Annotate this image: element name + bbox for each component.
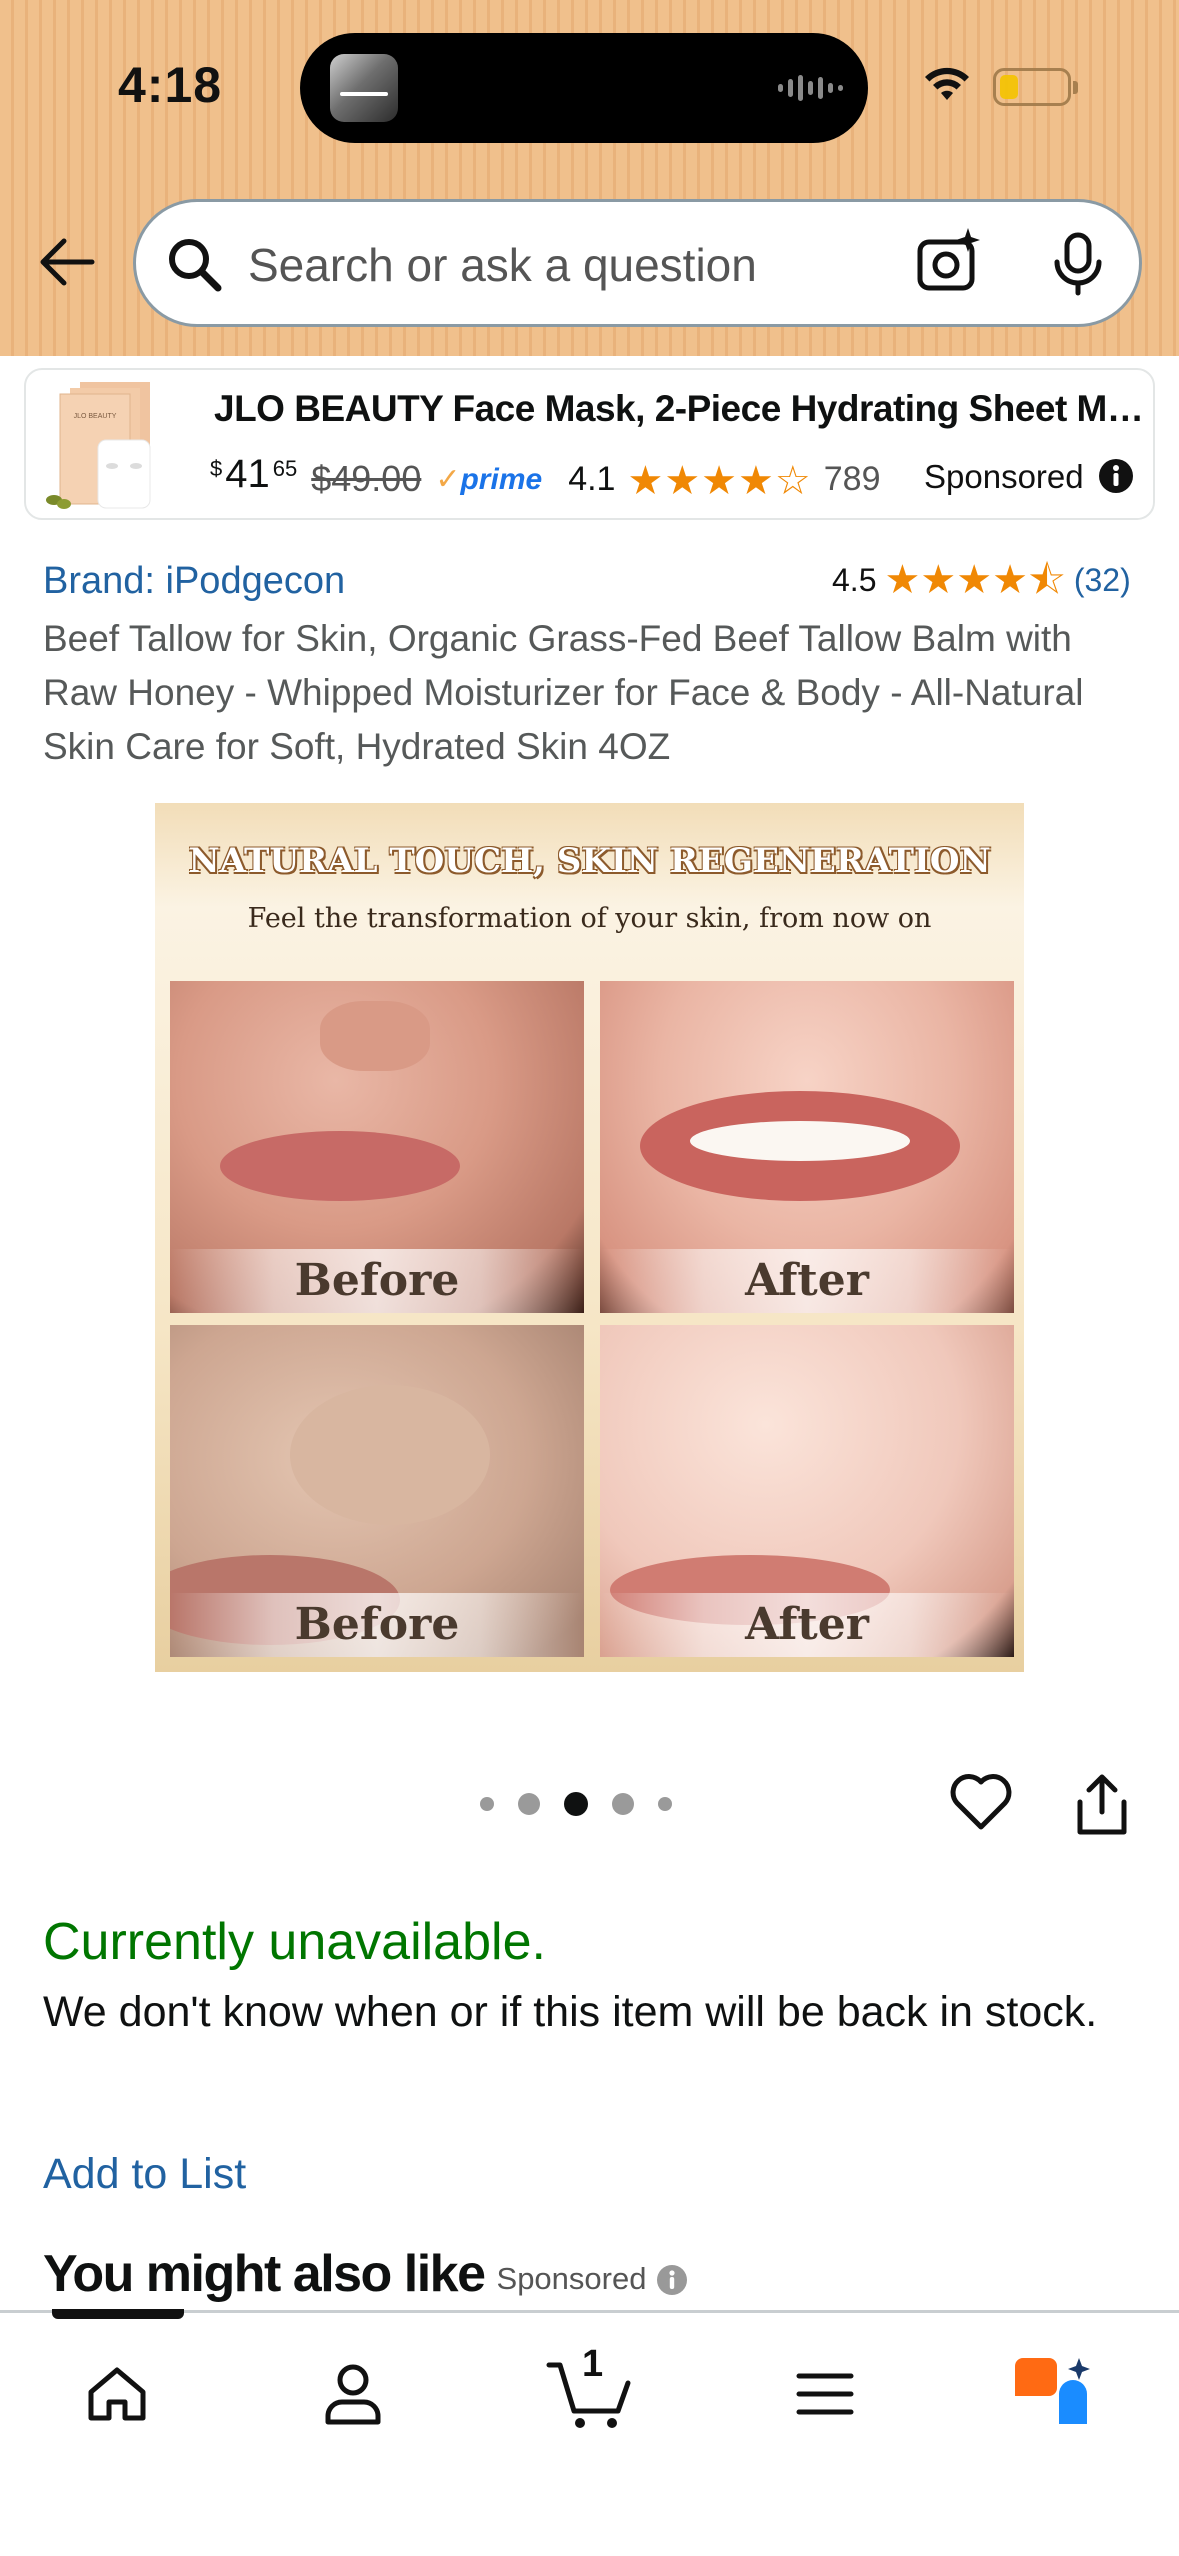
image-headline: NATURAL TOUCH, SKIN REGENERATION [188,841,991,881]
wifi-icon [925,67,969,100]
share-icon[interactable] [1072,1772,1132,1838]
ad-star-rating: ★★★★☆ [627,459,812,503]
active-tab-indicator [52,2309,184,2319]
heart-icon[interactable] [948,1770,1014,1836]
after-caption-1: After [600,1249,1014,1313]
app-header: 4:18 Search or ask a question [0,0,1179,356]
review-count-link[interactable]: (32) [1074,562,1131,599]
battery-icon [993,68,1078,106]
nav-account[interactable] [308,2349,398,2439]
before-caption-2: Before [170,1593,584,1657]
product-image[interactable]: NATURAL TOUCH, SKIN REGENERATION Feel th… [155,803,1024,1672]
after-photo-2: After [600,1325,1014,1657]
before-photo-2: Before [170,1325,584,1657]
ad-rating-value: 4.1 [568,460,616,498]
ad-price-currency: $ [210,456,223,481]
info-icon[interactable] [1098,458,1134,494]
back-arrow-icon[interactable] [36,232,96,292]
after-caption-2: After [600,1593,1014,1657]
rufus-assistant-icon [1015,2358,1090,2424]
info-icon[interactable] [656,2264,688,2296]
carousel-dot[interactable] [518,1793,540,1815]
recommendations-header: You might also like Sponsored [43,2244,688,2304]
product-title: Beef Tallow for Skin, Organic Grass-Fed … [43,618,1084,767]
image-subline: Feel the transformation of your skin, fr… [247,903,932,934]
search-input[interactable]: Search or ask a question [248,238,757,292]
availability-status: Currently unavailable. [43,1913,546,1971]
dynamic-island[interactable] [300,33,868,143]
carousel-dot-active[interactable] [564,1792,588,1816]
before-caption-1: Before [170,1249,584,1313]
after-photo-1: After [600,981,1014,1313]
carousel-dot[interactable] [658,1797,672,1811]
now-playing-artwork [330,54,398,122]
nav-rufus-assistant[interactable] [1008,2349,1098,2439]
ad-thumb-brand: JLO BEAUTY [74,413,117,420]
hamburger-menu-icon [796,2373,854,2415]
recommendations-title: You might also like [43,2245,486,2303]
add-to-list-link[interactable]: Add to List [43,2150,246,2199]
availability-message: We don't know when or if this item will … [43,1988,1098,2036]
search-bar[interactable]: Search or ask a question [133,199,1142,327]
carousel-dot[interactable] [480,1797,494,1811]
recommendations-sponsored-label: Sponsored [496,2261,647,2296]
star-rating: ★★★★⯪ [884,558,1066,602]
user-icon [325,2364,381,2425]
ad-price-fraction: 65 [272,456,298,481]
before-photo-1: Before [170,981,584,1313]
camera-lens-icon[interactable] [914,226,986,298]
audio-waveform-icon [778,73,843,103]
image-carousel-dots[interactable] [480,1792,672,1816]
status-bar-time: 4:18 [118,57,223,113]
nav-cart[interactable]: 1 [544,2343,634,2439]
nav-home[interactable] [72,2349,162,2439]
home-icon [88,2367,146,2421]
prime-badge: ✓prime [435,463,543,496]
ad-product-image: JLO BEAUTY [46,382,151,509]
ad-price-row: $ 41 65 $49.00 ✓prime 4.1 ★★★★☆ 789 [210,452,880,504]
nav-menu[interactable] [780,2349,870,2439]
ad-sponsored-label: Sponsored [924,458,1084,495]
sponsored-product-banner[interactable]: JLO BEAUTY JLO BEAUTY Face Mask, 2-Piece… [24,368,1155,520]
ad-list-price: $49.00 [311,458,422,499]
ad-review-count: 789 [823,460,881,498]
search-icon [169,239,222,292]
cart-count-badge: 1 [582,2343,604,2385]
ad-price-whole: 41 [225,452,270,496]
product-rating[interactable]: 4.5 ★★★★⯪ (32) [832,560,1131,600]
rating-value: 4.5 [832,561,877,598]
bottom-navigation-bar: 1 [0,2309,1179,2556]
ad-title[interactable]: JLO BEAUTY Face Mask, 2-Piece Hydrating … [214,388,1144,430]
carousel-dot[interactable] [612,1793,634,1815]
microphone-icon[interactable] [1050,232,1106,296]
brand-link[interactable]: Brand: iPodgecon [43,560,345,603]
